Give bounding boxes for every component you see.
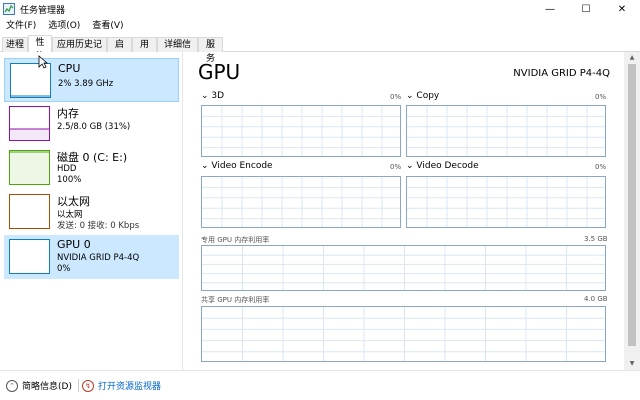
open-resource-monitor-link[interactable]: ↯ 打开资源监视器: [82, 379, 161, 392]
disk-thumbnail-graph: [9, 150, 50, 185]
close-icon: ✕: [617, 3, 627, 15]
graph-pct-video-decode: 0%: [595, 163, 607, 171]
window-title: 任务管理器: [20, 6, 66, 16]
tab-app-history[interactable]: 应用历史记录: [52, 37, 107, 64]
sidebar-item-label: GPU 0: [57, 238, 91, 251]
graph-pct-copy: 0%: [595, 93, 607, 101]
resource-monitor-label: 打开资源监视器: [98, 382, 162, 392]
shared-memory-max: 4.0 GB: [584, 295, 608, 303]
graph-pct-3d: 0%: [390, 93, 402, 101]
menu-options[interactable]: 选项(O): [42, 18, 86, 34]
dedicated-memory-label: 专用 GPU 内存利用率: [201, 236, 270, 244]
memory-thumbnail-graph: [9, 106, 50, 141]
sidebar-item-detail: 2.5/8.0 GB (31%): [57, 122, 131, 132]
sidebar-item-detail: HDD: [57, 164, 77, 174]
gpu-model-name: NVIDIA GRID P4-4Q: [513, 68, 610, 79]
sidebar-item-memory[interactable]: 内存 2.5/8.0 GB (31%): [4, 102, 179, 146]
graph-pct-video-encode: 0%: [390, 163, 402, 171]
dedicated-memory-max: 3.5 GB: [584, 235, 608, 243]
sidebar-item-cpu[interactable]: CPU 2% 3.89 GHz: [4, 58, 179, 102]
scroll-up-icon[interactable]: ▲: [624, 52, 640, 64]
graph-dedicated-memory: [201, 245, 606, 291]
vertical-scrollbar[interactable]: ▲ ▼: [624, 52, 640, 370]
mouse-cursor-icon: [38, 55, 48, 69]
tab-startup[interactable]: 启动: [107, 37, 132, 64]
menu-file[interactable]: 文件(F): [0, 18, 42, 34]
task-manager-icon: [3, 3, 15, 15]
sidebar-item-gpu[interactable]: GPU 0 NVIDIA GRID P4-4Q 0%: [4, 235, 179, 279]
sidebar-item-label: 以太网: [57, 195, 90, 208]
sidebar-item-label: 内存: [57, 107, 79, 120]
footer-divider: [78, 379, 79, 392]
sidebar-item-detail: 0%: [57, 264, 71, 274]
gpu-thumbnail-graph: [9, 239, 50, 274]
status-footer: ⌃ 简略信息(D) ↯ 打开资源监视器: [0, 370, 640, 400]
graph-label-3d: ⌄ 3D: [201, 91, 225, 101]
tab-bar: 进程 性能 应用历史记录 启动 用户 详细信息 服务: [0, 35, 640, 64]
tab-performance[interactable]: 性能: [28, 35, 52, 62]
minimize-icon: —: [545, 3, 555, 15]
tab-services[interactable]: 服务: [198, 37, 223, 64]
sidebar-item-label: 磁盘 0 (C: E:): [57, 151, 128, 164]
maximize-button[interactable]: ☐: [568, 0, 604, 18]
tab-processes[interactable]: 进程: [2, 37, 28, 52]
scrollbar-thumb[interactable]: [628, 64, 636, 346]
graph-label-video-decode: ⌄ Video Decode: [406, 161, 479, 171]
shared-memory-label: 共享 GPU 内存利用率: [201, 296, 270, 304]
sidebar-item-ethernet[interactable]: 以太网 以太网 发送: 0 接收: 0 Kbps: [4, 190, 179, 234]
graph-video-decode: [406, 176, 606, 228]
sidebar-item-disk[interactable]: 磁盘 0 (C: E:) HDD 100%: [4, 146, 179, 190]
close-button[interactable]: ✕: [604, 0, 640, 18]
graph-label-video-encode: ⌄ Video Encode: [201, 161, 273, 171]
page-title: GPU: [198, 60, 241, 84]
sidebar-item-detail: NVIDIA GRID P4-4Q: [57, 253, 140, 263]
minimize-button[interactable]: —: [532, 0, 568, 18]
menu-view[interactable]: 查看(V): [86, 18, 129, 34]
scroll-down-icon[interactable]: ▼: [624, 358, 640, 370]
title-bar: 任务管理器 — ☐ ✕: [0, 0, 640, 18]
resource-monitor-icon: ↯: [82, 379, 94, 392]
sidebar-item-detail: 2% 3.89 GHz: [58, 79, 114, 89]
ethernet-thumbnail-graph: [9, 194, 50, 229]
graph-video-encode: [201, 176, 401, 228]
sidebar-item-detail: 发送: 0 接收: 0 Kbps: [57, 221, 140, 231]
tab-users[interactable]: 用户: [132, 37, 157, 64]
fewer-details-label: 简略信息(D): [22, 382, 72, 392]
sidebar-item-detail: 100%: [57, 175, 82, 185]
chevron-up-icon: ⌃: [6, 379, 18, 392]
sidebar-item-label: CPU: [58, 62, 81, 75]
resource-sidebar: CPU 2% 3.89 GHz 内存 2.5/8.0 GB (31%) 磁盘 0…: [0, 52, 183, 370]
graph-copy: [406, 105, 606, 157]
graph-shared-memory: [201, 306, 606, 362]
fewer-details-button[interactable]: ⌃ 简略信息(D): [6, 379, 72, 392]
menu-bar: 文件(F) 选项(O) 查看(V): [0, 18, 640, 34]
tab-details[interactable]: 详细信息: [157, 37, 198, 64]
gpu-detail-panel: GPU NVIDIA GRID P4-4Q ⌄ 3D 0% ⌄ Copy 0% …: [184, 52, 624, 370]
maximize-icon: ☐: [581, 3, 591, 15]
graph-label-copy: ⌄ Copy: [406, 91, 440, 101]
graph-3d: [201, 105, 401, 157]
